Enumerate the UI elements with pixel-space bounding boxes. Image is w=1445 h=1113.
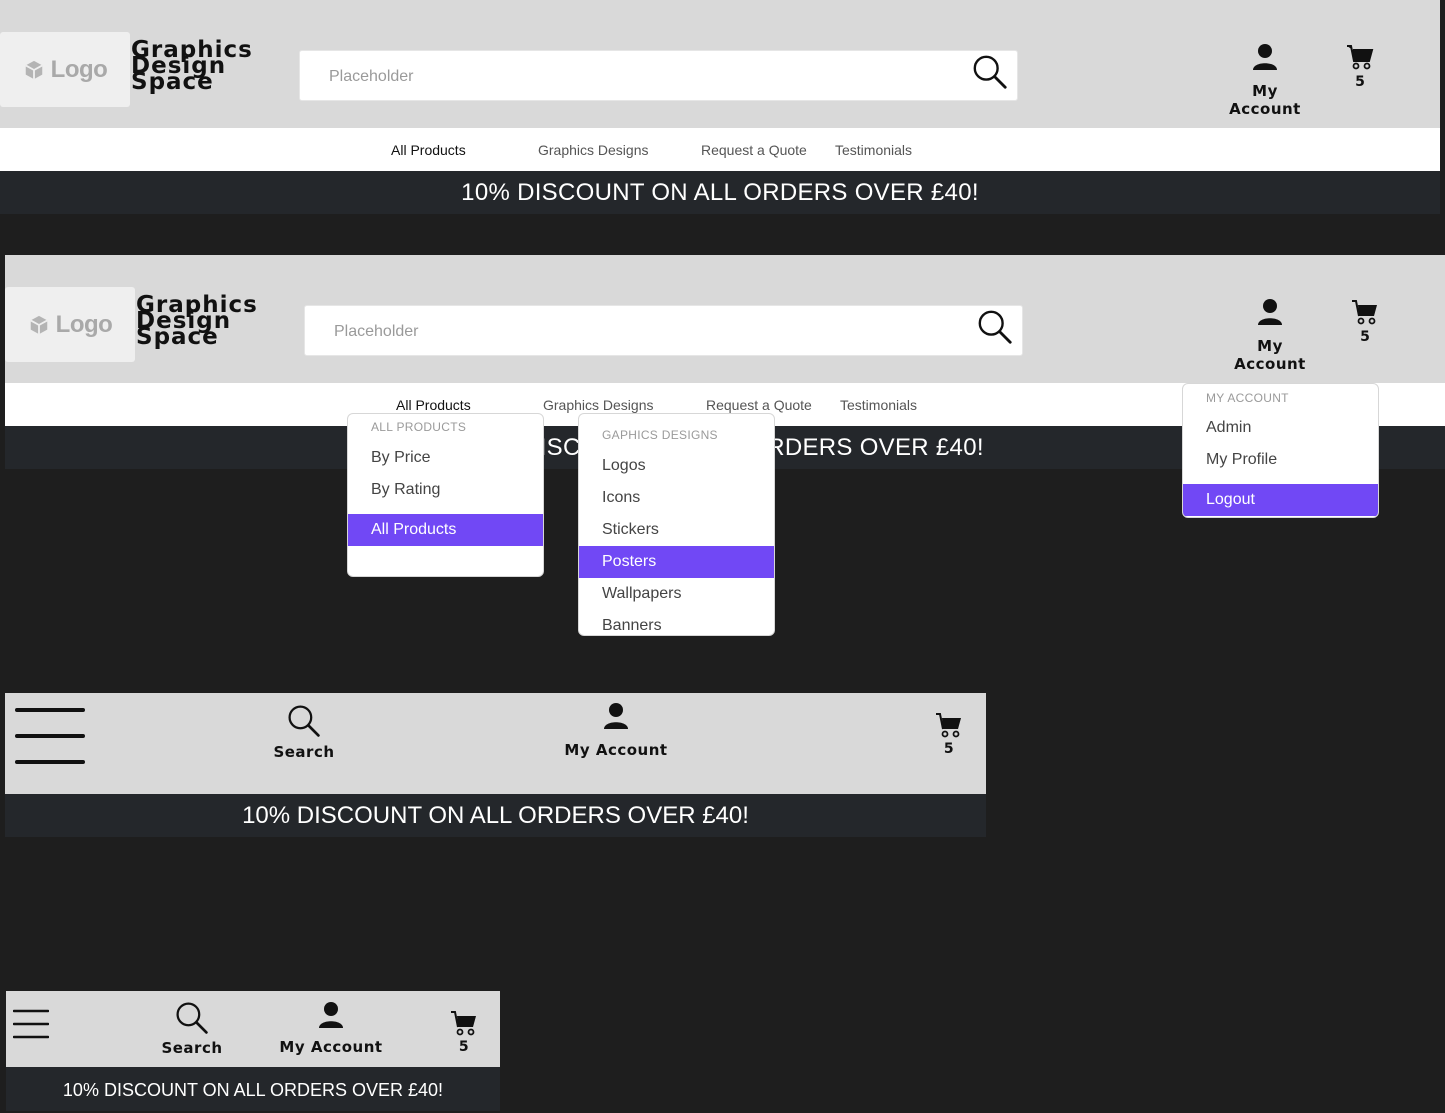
- user-icon: [1258, 299, 1282, 325]
- dropdown-item-my-profile[interactable]: My Profile: [1183, 444, 1378, 476]
- dropdown-heading: GAPHICS DESIGNS: [602, 428, 718, 442]
- discount-banner: 10% DISCOUNT ON ALL ORDERS OVER £40!: [5, 794, 986, 837]
- nav-all-products[interactable]: All Products: [396, 397, 471, 413]
- cube-icon: [24, 60, 43, 79]
- dropdown-item-stickers[interactable]: Stickers: [579, 514, 774, 546]
- cart-button[interactable]: 5: [1349, 298, 1381, 345]
- dropdown-item-banners[interactable]: Banners: [579, 610, 774, 635]
- logo-text: Logo: [50, 55, 108, 83]
- nav-all-products[interactable]: All Products: [391, 142, 466, 158]
- brand-name: Graphics Design Space: [131, 39, 271, 95]
- my-account-label: My Account: [1229, 82, 1301, 118]
- cart-icon: [1352, 300, 1377, 325]
- search-label: Search: [273, 743, 335, 761]
- dropdown-item-logout[interactable]: Logout: [1183, 484, 1378, 516]
- search-button[interactable]: Search: [156, 1000, 228, 1057]
- search-icon: [176, 1002, 208, 1034]
- dropdown-item-by-price[interactable]: By Price: [348, 442, 543, 474]
- logo-text: Logo: [55, 310, 113, 338]
- cart-button[interactable]: 5: [933, 711, 965, 757]
- logo[interactable]: Logo: [5, 287, 135, 362]
- brand-line-3: Space: [136, 324, 219, 350]
- my-account-dropdown: MY ACCOUNT Admin My Profile Logout: [1182, 383, 1379, 518]
- my-account-label: My Account: [279, 1038, 383, 1056]
- cart-count: 5: [458, 1039, 470, 1055]
- my-account-button[interactable]: My Account: [1214, 43, 1316, 118]
- dropdown-item-all-products[interactable]: All Products: [348, 514, 543, 546]
- mobile-header-frame: Search My Account 5: [6, 991, 500, 1067]
- top-bar: Logo Graphics Design Space Placeholder M…: [5, 255, 1445, 383]
- nav-testimonials[interactable]: Testimonials: [835, 142, 912, 158]
- brand-name: Graphics Design Space: [136, 294, 276, 350]
- dropdown-item-icons[interactable]: Icons: [579, 482, 774, 514]
- graphics-designs-dropdown: GAPHICS DESIGNS Logos Icons Stickers Pos…: [578, 413, 775, 636]
- search-input[interactable]: Placeholder: [299, 50, 1018, 101]
- user-icon: [604, 703, 628, 729]
- my-account-button[interactable]: My Account: [1219, 298, 1321, 373]
- cart-icon: [451, 1011, 476, 1036]
- dropdown-item-admin[interactable]: Admin: [1183, 412, 1378, 444]
- search-icon[interactable]: [971, 53, 1009, 91]
- cart-icon: [1347, 45, 1374, 70]
- dropdown-item-by-rating[interactable]: By Rating: [348, 474, 543, 506]
- nav-request-quote[interactable]: Request a Quote: [706, 397, 812, 413]
- nav-testimonials[interactable]: Testimonials: [840, 397, 917, 413]
- top-bar: Logo Graphics Design Space Placeholder M…: [0, 0, 1440, 128]
- user-icon: [319, 1002, 343, 1028]
- search-input[interactable]: Placeholder: [304, 305, 1023, 356]
- brand-line-3: Space: [131, 69, 214, 95]
- cart-count: 5: [1360, 329, 1370, 345]
- hamburger-menu-icon[interactable]: [15, 707, 85, 765]
- cube-icon: [29, 315, 48, 334]
- search-placeholder: Placeholder: [329, 68, 414, 85]
- cart-icon: [936, 713, 961, 738]
- desktop-header-frame: Logo Graphics Design Space Placeholder M…: [0, 0, 1440, 214]
- cart-count: 5: [943, 741, 955, 757]
- cart-button[interactable]: 5: [1344, 43, 1376, 90]
- search-icon[interactable]: [976, 308, 1014, 346]
- user-icon: [1253, 44, 1277, 70]
- nav-request-quote[interactable]: Request a Quote: [701, 142, 807, 158]
- logo[interactable]: Logo: [0, 32, 130, 107]
- search-icon: [288, 705, 320, 737]
- tablet-header-frame: Search My Account 5: [5, 693, 986, 794]
- discount-banner: 10% DISCOUNT ON ALL ORDERS OVER £40!: [6, 1067, 500, 1111]
- cart-count: 5: [1355, 74, 1365, 90]
- dropdown-item-wallpapers[interactable]: Wallpapers: [579, 578, 774, 610]
- my-account-button[interactable]: My Account: [563, 702, 669, 759]
- hamburger-menu-icon[interactable]: [13, 1009, 49, 1039]
- my-account-button[interactable]: My Account: [278, 1001, 384, 1056]
- nav-graphics-designs[interactable]: Graphics Designs: [538, 142, 649, 158]
- cart-button[interactable]: 5: [448, 1009, 480, 1055]
- dropdown-heading: ALL PRODUCTS: [371, 420, 467, 434]
- search-placeholder: Placeholder: [334, 323, 419, 340]
- dropdown-heading: MY ACCOUNT: [1206, 391, 1289, 405]
- dropdown-item-logos[interactable]: Logos: [579, 450, 774, 482]
- search-label: Search: [161, 1039, 223, 1057]
- nav-graphics-designs[interactable]: Graphics Designs: [543, 397, 654, 413]
- all-products-dropdown: ALL PRODUCTS By Price By Rating All Prod…: [347, 413, 544, 577]
- search-button[interactable]: Search: [267, 703, 341, 761]
- dropdown-item-posters[interactable]: Posters: [579, 546, 774, 578]
- discount-banner: 10% DISCOUNT ON ALL ORDERS OVER £40!: [0, 171, 1440, 214]
- my-account-label: My Account: [1234, 337, 1306, 373]
- nav-bar: All Products Graphics Designs Request a …: [0, 128, 1440, 171]
- my-account-label: My Account: [564, 741, 668, 759]
